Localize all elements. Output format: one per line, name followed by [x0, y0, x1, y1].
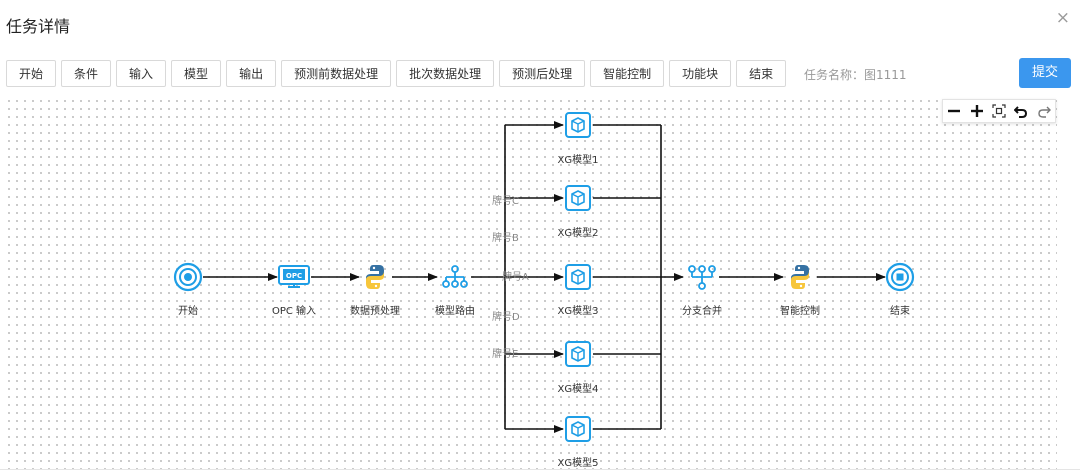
branch-label-b: 牌号B: [492, 231, 519, 244]
branch-label-d: 牌号D: [492, 310, 520, 323]
node-model3-label: XG模型3: [558, 304, 599, 317]
python-icon: [366, 265, 384, 289]
node-start-label: 开始: [178, 304, 198, 317]
flow-diagram: 牌号C 牌号B 牌号A 牌号D 牌号E 开始 OPC OPC 输入 数据预处理: [173, 112, 915, 469]
node-merge-label: 分支合并: [682, 304, 722, 317]
node-end-label: 结束: [890, 304, 910, 317]
node-model4[interactable]: [565, 341, 591, 367]
node-control[interactable]: [791, 265, 809, 289]
zoom-toolbar: [942, 99, 1056, 123]
undo-icon[interactable]: [1014, 104, 1028, 118]
branch-label-a: 牌号A: [502, 270, 529, 283]
node-model1-label: XG模型1: [558, 153, 599, 166]
model-cube-icon: [565, 112, 591, 138]
model-cube-icon: [565, 341, 591, 367]
zoom-in-icon[interactable]: [970, 104, 984, 118]
model-cube-icon: [565, 416, 591, 442]
router-tree-icon: [442, 265, 468, 288]
model-cube-icon: [565, 264, 591, 290]
bottom-divider: [0, 469, 1080, 470]
node-router-label: 模型路由: [435, 304, 475, 317]
opc-monitor-icon: OPC: [278, 265, 310, 288]
node-opc-input-label: OPC 输入: [272, 304, 316, 317]
opc-badge: OPC: [286, 272, 302, 280]
node-model2[interactable]: [565, 185, 591, 211]
node-start[interactable]: [173, 262, 203, 292]
node-model5-label: XG模型5: [558, 456, 599, 469]
model-cube-icon: [565, 185, 591, 211]
node-preprocess-label: 数据预处理: [350, 304, 400, 317]
branch-label-e: 牌号E: [492, 347, 518, 360]
node-control-label: 智能控制: [780, 304, 820, 317]
fit-view-icon[interactable]: [992, 104, 1006, 118]
node-model3[interactable]: [565, 264, 591, 290]
node-model1[interactable]: [565, 112, 591, 138]
merge-icon: [688, 265, 716, 290]
node-merge[interactable]: [688, 265, 716, 290]
zoom-out-icon[interactable]: [947, 104, 961, 118]
node-opc-input[interactable]: OPC: [278, 265, 310, 288]
node-model2-label: XG模型2: [558, 226, 599, 239]
node-model5[interactable]: [565, 416, 591, 442]
branch-label-c: 牌号C: [492, 194, 519, 207]
node-end[interactable]: [885, 262, 915, 292]
node-router[interactable]: [442, 265, 468, 288]
python-icon: [791, 265, 809, 289]
node-model4-label: XG模型4: [558, 382, 599, 395]
redo-icon[interactable]: [1037, 104, 1051, 118]
node-preprocess[interactable]: [366, 265, 384, 289]
